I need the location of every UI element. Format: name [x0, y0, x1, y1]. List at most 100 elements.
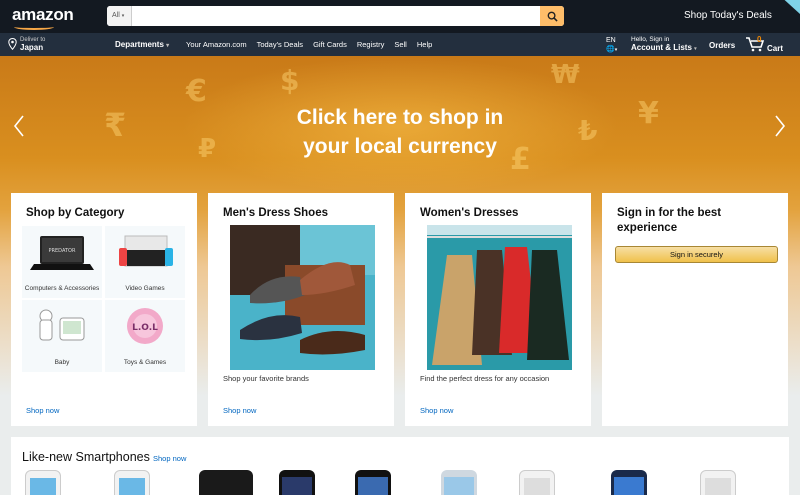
laptop-image: PREDATOR: [30, 236, 94, 270]
card-title: Men's Dress Shoes: [223, 207, 328, 219]
globe-icon: 🌐: [606, 46, 615, 53]
sign-in-title-line-2: experience: [617, 222, 678, 234]
phone-thumbnail[interactable]: [114, 470, 150, 495]
phone-screen: [705, 478, 731, 495]
ruble-symbol-decoration: ₽: [198, 134, 217, 164]
account-label: Account & Lists ▾: [631, 44, 697, 53]
nav-link-todays-deals[interactable]: Today's Deals: [257, 40, 303, 49]
toy-ball-image: L.O.L: [127, 308, 163, 344]
shop-by-category-card: Shop by Category PREDATOR Computers & Ac…: [11, 193, 197, 426]
phone-screen: [119, 478, 145, 495]
phone-thumbnail[interactable]: [199, 470, 253, 495]
lira-symbol-decoration: ₺: [578, 114, 598, 147]
hero-headline: Click here to shop in your local currenc…: [250, 103, 550, 161]
sign-in-card: Sign in for the best experience Sign in …: [602, 193, 788, 426]
next-slide-arrow-icon[interactable]: [773, 114, 787, 138]
dress-shoes-image[interactable]: [230, 225, 375, 370]
dresses-image[interactable]: [427, 225, 572, 370]
phone-screen: [358, 477, 388, 495]
baby-monitor-image: [39, 309, 85, 341]
deliver-to-location[interactable]: Deliver to Japan: [8, 36, 45, 52]
orders-link[interactable]: Orders: [709, 41, 735, 50]
svg-text:L.O.L: L.O.L: [132, 323, 158, 333]
language-selector[interactable]: EN 🌐▾: [606, 36, 617, 55]
category-tile-video-games[interactable]: Video Games: [105, 226, 185, 298]
euro-symbol-decoration: €: [186, 74, 207, 109]
smartphones-row: Like-new Smartphones Shop now: [11, 437, 789, 495]
chevron-down-icon: ▾: [166, 43, 170, 49]
amazon-logo[interactable]: amazon: [12, 5, 74, 25]
womens-dresses-card: Women's Dresses Find the perfect dress f…: [405, 193, 591, 426]
nav-link-help[interactable]: Help: [417, 40, 432, 49]
game-console-image: [119, 235, 173, 267]
rupee-symbol-decoration: ₹: [104, 106, 127, 144]
phone-screen: [524, 478, 550, 495]
card-caption: Find the perfect dress for any occasion: [420, 374, 550, 383]
card-title: Sign in for the best experience: [617, 206, 721, 236]
shop-now-link[interactable]: Shop now: [223, 406, 256, 415]
search-button[interactable]: [540, 6, 564, 26]
phone-thumbnail[interactable]: [441, 470, 477, 495]
phone-thumbnail[interactable]: [279, 470, 315, 495]
search-input[interactable]: [132, 6, 540, 26]
svg-text:PREDATOR: PREDATOR: [49, 248, 76, 254]
tile-label: Video Games: [125, 285, 165, 292]
card-caption: Shop your favorite brands: [223, 374, 309, 383]
top-nav-bar: amazon All ▾ Shop Today's Deals: [0, 0, 800, 33]
phone-thumbnail[interactable]: [25, 470, 61, 495]
promo-corner-decoration: [784, 0, 800, 14]
phone-screen: [30, 478, 56, 495]
account-lists-text: Account & Lists: [631, 43, 692, 52]
phone-thumbnail[interactable]: [355, 470, 391, 495]
sign-in-button[interactable]: Sign in securely: [615, 246, 778, 263]
deliver-country: Japan: [20, 43, 44, 52]
search-category-label: All: [112, 12, 120, 19]
search-category-dropdown[interactable]: All ▾: [107, 6, 132, 26]
phone-thumbnail[interactable]: [611, 470, 647, 495]
category-tile-baby[interactable]: Baby: [22, 300, 102, 372]
sign-in-title-line-1: Sign in for the best: [617, 207, 722, 219]
section-title: Like-new Smartphones: [22, 450, 150, 464]
departments-label: Departments: [115, 40, 164, 49]
tile-label: Baby: [54, 359, 70, 366]
search-icon: [547, 11, 558, 22]
phone-thumbnail[interactable]: [700, 470, 736, 495]
category-tile-toys[interactable]: L.O.L Toys & Games: [105, 300, 185, 372]
yen-symbol-decoration: ¥: [638, 96, 659, 131]
location-pin-icon: [8, 38, 17, 50]
language-label: EN: [606, 37, 616, 44]
phone-screen: [444, 477, 474, 495]
previous-slide-arrow-icon[interactable]: [12, 114, 26, 138]
shop-now-link[interactable]: Shop now: [420, 406, 453, 415]
shop-now-link[interactable]: Shop now: [153, 454, 186, 463]
departments-menu[interactable]: Departments ▾: [115, 40, 169, 49]
phone-screen: [282, 477, 312, 495]
tile-label: Computers & Accessories: [24, 285, 100, 292]
nav-links: Your Amazon.com Today's Deals Gift Cards…: [186, 40, 432, 49]
nav-link-gift-cards[interactable]: Gift Cards: [313, 40, 347, 49]
card-title: Women's Dresses: [420, 207, 519, 219]
category-tile-computers[interactable]: PREDATOR Computers & Accessories: [22, 226, 102, 298]
won-symbol-decoration: ₩: [551, 60, 580, 90]
chevron-down-icon: ▾: [121, 13, 125, 19]
nav-link-sell[interactable]: Sell: [394, 40, 407, 49]
hero-line-1: Click here to shop in: [296, 106, 504, 129]
nav-link-registry[interactable]: Registry: [357, 40, 385, 49]
chevron-down-icon: ▾: [614, 47, 618, 53]
phone-thumbnail[interactable]: [519, 470, 555, 495]
mens-dress-shoes-card: Men's Dress Shoes Shop your favorite bra…: [208, 193, 394, 426]
search-bar: All ▾: [107, 6, 564, 26]
nav-link-your-amazon[interactable]: Your Amazon.com: [186, 40, 247, 49]
chevron-down-icon: ▾: [694, 46, 697, 52]
cart-label: Cart: [767, 44, 784, 53]
cart-icon: [746, 37, 765, 52]
shop-now-link[interactable]: Shop now: [26, 406, 59, 415]
phone-screen: [614, 477, 644, 495]
cart-button[interactable]: 0 Cart: [745, 35, 783, 57]
account-menu[interactable]: Hello, Sign in Account & Lists ▾: [631, 36, 697, 53]
promo-link[interactable]: Shop Today's Deals: [684, 10, 772, 21]
sub-nav-bar: Deliver to Japan Departments ▾ Your Amaz…: [0, 33, 800, 56]
logo-smile-icon: [14, 24, 54, 30]
card-title: Shop by Category: [26, 207, 125, 219]
hero-line-2: your local currency: [303, 135, 497, 158]
